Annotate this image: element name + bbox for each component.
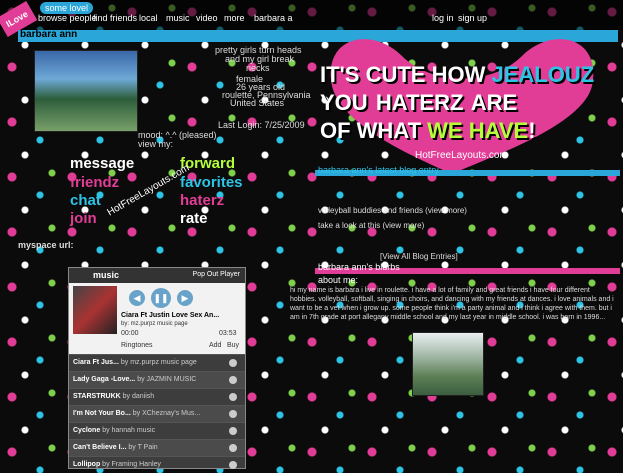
blog-header: barbara ann's latest blog entry [318,165,439,175]
nav-more[interactable]: more [224,13,245,23]
playlist-track[interactable]: Lollipop by Framing Hanley [69,456,245,469]
forward-icon[interactable]: ▶ [177,290,193,306]
track-play-icon[interactable] [229,410,237,418]
nav-music[interactable]: music [166,13,190,23]
chat-link[interactable]: chat [70,192,101,209]
popout-player-button[interactable]: Pop Out Player [193,271,240,278]
track-play-icon[interactable] [229,376,237,384]
playlist-track[interactable]: I'm Not Your Bo... by XCheznay's Mus... [69,405,245,422]
playlist-track[interactable]: Ciara Ft Jus... by mz.purpz music page [69,354,245,371]
player-brand: music [93,270,120,280]
nav-browse-people[interactable]: browse people [38,13,97,23]
play-pause-icon[interactable]: ❚❚ [151,288,171,308]
now-playing-title: Ciara Ft Justin Love Sex An... [121,312,220,319]
ringtones-link[interactable]: Ringtones [121,342,153,349]
add-favorites-link[interactable]: favorites [180,174,243,191]
add-friend-link[interactable]: friendz [70,174,119,191]
blog-entry[interactable]: volleyball buddies and friends (view mor… [318,206,467,215]
about-me-text: hi my name is barbara i live in roulette… [290,287,614,321]
banner-line-3: OF WHAT WE HAVE! [320,118,536,143]
buy-button[interactable]: Buy [227,342,239,349]
banner-line-1: IT'S CUTE HOW JEALOUZ [320,62,595,87]
playlist-track[interactable]: Cyclone by hannah music [69,422,245,439]
track-play-icon[interactable] [229,359,237,367]
blurbs-header: barbara ann's blurbs [318,262,400,272]
track-play-icon[interactable] [229,427,237,435]
track-play-icon[interactable] [229,393,237,401]
profile-photo[interactable] [34,50,138,132]
track-play-icon[interactable] [229,461,237,469]
nav-local[interactable]: local [139,13,158,23]
banner-site-text: HotFreeLayouts.com [415,150,508,161]
playlist-track[interactable]: STARSTRUKK by daniish [69,388,245,405]
nav-sign-up[interactable]: sign up [458,13,487,23]
last-login: Last Login: 7/25/2009 [218,120,305,130]
send-message-link[interactable]: message [70,155,134,172]
quote-line: necks [246,63,270,73]
playlist-track[interactable]: Lady Gaga -Love... by JAZMIN MUSIC [69,371,245,388]
myspace-url-label: myspace url: [18,240,74,250]
view-my-label: view my: [138,139,174,149]
nav-log-in[interactable]: log in [432,13,454,23]
rate-link[interactable]: rate [180,210,208,227]
join-link[interactable]: join [70,210,97,227]
playlist-track[interactable]: Can't Believe I... by T Pain [69,439,245,456]
banner-line-2: YOU HATERZ ARE [320,90,518,115]
time-total: 03:53 [219,330,237,337]
music-player: music Pop Out Player ◀ ❚❚ ▶ Ciara Ft Jus… [68,267,246,469]
nav-video[interactable]: video [196,13,218,23]
profile-name: barbara ann [20,29,78,40]
view-all-blog-link[interactable]: [View All Blog Entries] [380,252,458,261]
now-playing-artist[interactable]: by: mz.purpz music page [121,321,188,327]
player-header: music Pop Out Player [69,268,245,283]
rewind-icon[interactable]: ◀ [129,290,145,306]
nav-user-menu[interactable]: barbara a [254,13,293,23]
time-elapsed: 00:00 [121,330,139,337]
blog-entry[interactable]: take a look at this (view more) [318,221,424,230]
block-link[interactable]: haterz [180,192,224,209]
track-play-icon[interactable] [229,444,237,452]
about-me-label: about me: [318,275,359,285]
location-country: United States [230,98,285,108]
album-art [73,286,117,334]
add-button[interactable]: Add [209,342,221,349]
nav-find-friends[interactable]: find friends [93,13,137,23]
blurb-photo[interactable] [412,332,484,396]
